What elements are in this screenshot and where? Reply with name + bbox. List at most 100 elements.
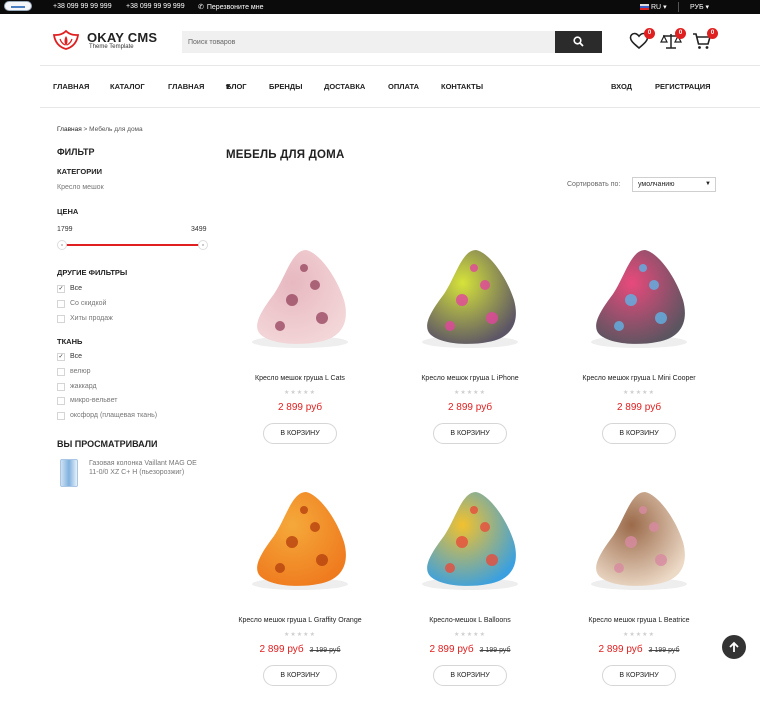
rating-stars[interactable]: ★★★★★ bbox=[390, 631, 550, 638]
search-button[interactable] bbox=[555, 31, 602, 53]
checkbox-icon bbox=[57, 397, 65, 405]
price-min-value: 1799 bbox=[57, 226, 73, 233]
checkbox-label: Все bbox=[70, 285, 83, 292]
product-image[interactable] bbox=[240, 230, 360, 355]
price-min-handle[interactable] bbox=[57, 240, 67, 250]
currency-switcher[interactable]: РУБ ▾ bbox=[690, 3, 709, 11]
fabric-checkbox-oxford[interactable]: оксфорд (плащевая ткань) bbox=[57, 412, 157, 420]
nav-item-home-2[interactable]: ГЛАВНАЯ bbox=[168, 82, 204, 91]
product-title[interactable]: Кресло мешок груша L Beatrice bbox=[559, 617, 719, 624]
cart-button[interactable]: 0 bbox=[692, 28, 718, 52]
search-bar bbox=[182, 31, 602, 53]
add-to-cart-button[interactable]: В КОРЗИНУ bbox=[433, 665, 507, 686]
product-title[interactable]: Кресло мешок груша L Cats bbox=[220, 375, 380, 382]
add-to-cart-button[interactable]: В КОРЗИНУ bbox=[433, 423, 507, 444]
fabric-checkbox-velour[interactable]: велюр bbox=[57, 368, 91, 376]
breadcrumb-current: Мебель для дома bbox=[89, 126, 143, 133]
product-price-block: 2 899 руб bbox=[559, 402, 719, 413]
product-title[interactable]: Кресло мешок груша L iPhone bbox=[390, 375, 550, 382]
nav-item-home[interactable]: ГЛАВНАЯ bbox=[53, 82, 89, 91]
product-price-block: 2 899 руб 3 199 руб bbox=[390, 644, 550, 655]
product-price: 2 899 руб bbox=[447, 402, 493, 413]
callback-link[interactable]: ✆ Перезвоните мне bbox=[198, 3, 264, 11]
product-title[interactable]: Кресло мешок груша L Mini Cooper bbox=[559, 375, 719, 382]
category-link[interactable]: Кресло мешок bbox=[57, 184, 104, 191]
fabric-checkbox-micro-velvet[interactable]: микро-вельвет bbox=[57, 397, 118, 405]
product-price-block: 2 899 руб 3 199 руб bbox=[220, 644, 380, 655]
rating-stars[interactable]: ★★★★★ bbox=[559, 389, 719, 396]
checkbox-label: Хиты продаж bbox=[70, 315, 113, 322]
product-price-block: 2 899 руб 3 199 руб bbox=[559, 644, 719, 655]
nav-item-payment[interactable]: ОПЛАТА bbox=[388, 82, 419, 91]
product-image[interactable] bbox=[410, 472, 530, 597]
nav-item-brands[interactable]: БРЕНДЫ bbox=[269, 82, 303, 91]
search-input[interactable] bbox=[182, 31, 555, 53]
page-title: МЕБЕЛЬ ДЛЯ ДОМА bbox=[226, 149, 345, 161]
product-image[interactable] bbox=[579, 472, 699, 597]
product-image[interactable] bbox=[410, 230, 530, 355]
wishlist-button[interactable]: 0 bbox=[629, 28, 655, 52]
add-to-cart-button[interactable]: В КОРЗИНУ bbox=[602, 665, 676, 686]
viewed-product-image[interactable] bbox=[60, 459, 78, 487]
product-title[interactable]: Кресло мешок груша L Graffity Orange bbox=[220, 617, 380, 624]
product-price: 2 899 руб bbox=[429, 644, 474, 655]
rating-stars[interactable]: ★★★★★ bbox=[220, 389, 380, 396]
login-link[interactable]: ВХОД bbox=[611, 82, 632, 91]
breadcrumb: Главная > Мебель для дома bbox=[57, 126, 143, 133]
fabric-title: ТКАНЬ bbox=[57, 337, 83, 346]
product-card[interactable]: Кресло мешок груша L Beatrice ★★★★★ 2 899 … bbox=[559, 472, 719, 712]
phone-2[interactable]: +38 099 99 99 999 bbox=[126, 3, 185, 10]
register-link[interactable]: РЕГИСТРАЦИЯ bbox=[655, 82, 710, 91]
checkbox-label: велюр bbox=[70, 368, 91, 375]
mini-logo-icon[interactable] bbox=[4, 1, 32, 11]
nav-item-contacts[interactable]: КОНТАКТЫ bbox=[441, 82, 483, 91]
price-title: ЦЕНА bbox=[57, 207, 79, 216]
product-title[interactable]: Кресло-мешок L Balloons bbox=[390, 617, 550, 624]
scroll-to-top-button[interactable] bbox=[722, 635, 746, 659]
product-card[interactable]: Кресло мешок груша L iPhone ★★★★★ 2 899 ру… bbox=[390, 230, 550, 470]
add-to-cart-button[interactable]: В КОРЗИНУ bbox=[263, 423, 337, 444]
viewed-product-title[interactable]: Газовая колонка Vaillant MAG OE 11-0/0 X… bbox=[89, 459, 204, 477]
compare-button[interactable]: 0 bbox=[660, 28, 686, 52]
fabric-checkbox-all[interactable]: ✓ Все bbox=[57, 353, 82, 361]
price-max-value: 3499 bbox=[191, 226, 207, 233]
viewed-title: ВЫ ПРОСМАТРИВАЛИ bbox=[57, 439, 158, 449]
rating-stars[interactable]: ★★★★★ bbox=[220, 631, 380, 638]
phone-icon: ✆ bbox=[198, 4, 204, 11]
add-to-cart-button[interactable]: В КОРЗИНУ bbox=[263, 665, 337, 686]
filter-checkbox-discount[interactable]: Со скидкой bbox=[57, 300, 106, 308]
filter-checkbox-all[interactable]: ✓ Все bbox=[57, 285, 83, 293]
fabric-checkbox-jacquard[interactable]: жаккард bbox=[57, 383, 97, 391]
rating-stars[interactable]: ★★★★★ bbox=[559, 631, 719, 638]
product-image[interactable] bbox=[579, 230, 699, 355]
product-card[interactable]: Кресло-мешок L Balloons ★★★★★ 2 899 руб 3 1… bbox=[390, 472, 550, 712]
product-price-block: 2 899 руб bbox=[220, 402, 380, 413]
product-old-price: 3 199 руб bbox=[309, 647, 341, 654]
rating-stars[interactable]: ★★★★★ bbox=[390, 389, 550, 396]
cart-count-badge: 0 bbox=[707, 28, 718, 39]
add-to-cart-button[interactable]: В КОРЗИНУ bbox=[602, 423, 676, 444]
product-card[interactable]: Кресло мешок груша L Mini Cooper ★★★★★ 2 8… bbox=[559, 230, 719, 470]
price-max-handle[interactable] bbox=[198, 240, 208, 250]
flag-icon bbox=[640, 4, 649, 11]
breadcrumb-home[interactable]: Главная bbox=[57, 126, 82, 133]
language-switcher[interactable]: RU ▾ bbox=[640, 3, 667, 11]
language-label: RU bbox=[651, 4, 662, 11]
brand-name: OKAY CMS bbox=[87, 30, 158, 45]
checkbox-label: микро-вельвет bbox=[70, 397, 118, 404]
product-image[interactable] bbox=[240, 472, 360, 597]
product-card[interactable]: Кресло мешок груша L Cats ★★★★★ 2 899 руб В… bbox=[220, 230, 380, 470]
caret-down-icon: ▾ bbox=[226, 82, 230, 91]
nav-item-catalog[interactable]: КАТАЛОГ bbox=[110, 82, 145, 91]
phone-1[interactable]: +38 099 99 99 999 bbox=[53, 3, 112, 10]
price-range-track[interactable] bbox=[62, 244, 203, 246]
divider bbox=[678, 2, 679, 12]
compare-count-badge: 0 bbox=[675, 28, 686, 39]
checkbox-icon bbox=[57, 383, 65, 391]
arrow-up-icon bbox=[729, 641, 739, 652]
nav-item-delivery[interactable]: ДОСТАВКА bbox=[324, 82, 365, 91]
checkbox-icon bbox=[57, 315, 65, 323]
filter-checkbox-hits[interactable]: Хиты продаж bbox=[57, 315, 113, 323]
product-card[interactable]: Кресло мешок груша L Graffity Orange ★★★★… bbox=[220, 472, 380, 712]
sort-select[interactable]: умолчанию ▼ bbox=[632, 177, 716, 192]
